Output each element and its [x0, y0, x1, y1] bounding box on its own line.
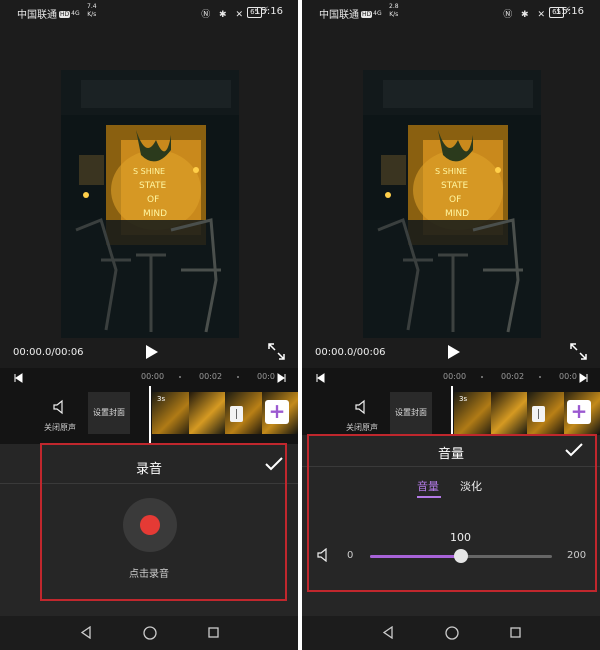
add-clip-button[interactable]: +: [265, 400, 289, 424]
check-icon[interactable]: [265, 457, 283, 471]
recent-icon[interactable]: [208, 627, 219, 638]
right-screen: 中国联通 HD 4G 2.8 K/s Ⓝ ✱ ✕ 65 ⚡ 15:16 STATE O…: [302, 0, 600, 650]
speaker-icon[interactable]: [354, 399, 370, 415]
slider-min-label: 0: [347, 550, 354, 561]
status-icons: Ⓝ ✱ ✕: [503, 10, 548, 20]
clip-frame: [490, 392, 527, 434]
volume-slider[interactable]: [370, 549, 552, 563]
hd-badge: HD: [59, 11, 71, 18]
home-icon[interactable]: [445, 626, 459, 640]
set-cover-button[interactable]: 设置封面: [390, 392, 432, 434]
split-handle[interactable]: [532, 406, 545, 422]
hd-badge: HD: [361, 11, 373, 18]
record-label: 点击录音: [129, 569, 169, 580]
mute-original-label[interactable]: 关闭原声: [44, 422, 76, 433]
tick-dot: [237, 376, 239, 378]
svg-text:S SHINE: S SHINE: [133, 167, 165, 176]
system-nav-bar: [0, 616, 298, 650]
carrier-label: 中国联通 HD 4G: [17, 10, 80, 21]
left-screen: 中国联通 HD 4G 7.4 K/s Ⓝ ✱ ✕ 65 ⚡ 15:16 STATE O…: [0, 0, 298, 650]
network-speed: 7.4 K/s: [87, 3, 97, 18]
home-icon[interactable]: [143, 626, 157, 640]
status-icons: Ⓝ ✱ ✕: [201, 10, 246, 20]
video-preview[interactable]: STATE OF MIND S SHINE: [61, 70, 239, 338]
timecode: 00:00.0/00:06: [13, 347, 84, 358]
slider-thumb[interactable]: [454, 549, 468, 563]
add-clip-button[interactable]: +: [567, 400, 591, 424]
slider-fill: [370, 555, 461, 558]
playhead[interactable]: [149, 386, 151, 444]
recent-icon[interactable]: [510, 627, 521, 638]
timeline[interactable]: 00:00 00:02 00:0 关闭原声 设置封面 3s +: [302, 368, 600, 444]
svg-text:STATE: STATE: [139, 181, 166, 191]
clip-duration: 3s: [157, 395, 166, 403]
record-panel-title: 录音: [135, 462, 162, 477]
record-button[interactable]: [123, 498, 177, 552]
signal-icon: 4G: [373, 10, 382, 17]
carrier-label: 中国联通 HD 4G: [319, 10, 382, 21]
skip-start-icon[interactable]: [13, 373, 23, 383]
svg-text:OF: OF: [449, 195, 461, 205]
volume-panel-title: 音量: [437, 447, 464, 462]
check-icon[interactable]: [565, 443, 583, 457]
status-bar: 中国联通 HD 4G 7.4 K/s Ⓝ ✱ ✕ 65 ⚡ 15:16: [0, 0, 298, 26]
speaker-icon[interactable]: [52, 399, 68, 415]
play-icon[interactable]: [444, 343, 462, 361]
svg-text:MIND: MIND: [143, 209, 167, 219]
skip-start-icon[interactable]: [315, 373, 325, 383]
mute-original-label[interactable]: 关闭原声: [346, 422, 378, 433]
timecode: 00:00.0/00:06: [315, 347, 386, 358]
status-bar: 中国联通 HD 4G 2.8 K/s Ⓝ ✱ ✕ 65 ⚡ 15:16: [302, 0, 600, 26]
preview-image: STATE OF MIND S SHINE: [61, 70, 239, 338]
split-handle[interactable]: [230, 406, 243, 422]
skip-end-icon[interactable]: [579, 373, 589, 383]
svg-text:STATE: STATE: [441, 181, 468, 191]
svg-text:MIND: MIND: [445, 209, 469, 219]
tab-fade[interactable]: 淡化: [460, 478, 482, 494]
record-icon: [140, 515, 160, 535]
tab-volume[interactable]: 音量: [417, 478, 439, 494]
timeline[interactable]: 00:00 00:02 00:0 关闭原声 设置封面 3s +: [0, 368, 298, 444]
back-icon[interactable]: [80, 626, 92, 639]
skip-end-icon[interactable]: [277, 373, 287, 383]
tick-label: 00:00: [141, 372, 165, 381]
clip-frame: [188, 392, 225, 434]
clip-duration: 3s: [459, 395, 468, 403]
tick-label: 00:0: [559, 372, 577, 381]
slider-value-label: 100: [450, 531, 471, 544]
system-nav-bar: [302, 616, 600, 650]
tick-dot: [539, 376, 541, 378]
preview-image: STATE OF MIND S SHINE: [363, 70, 541, 338]
video-preview[interactable]: STATE OF MIND S SHINE: [363, 70, 541, 338]
expand-icon[interactable]: [570, 343, 587, 360]
play-icon[interactable]: [142, 343, 160, 361]
slider-max-label: 200: [567, 550, 587, 561]
expand-icon[interactable]: [268, 343, 285, 360]
set-cover-button[interactable]: 设置封面: [88, 392, 130, 434]
panel-divider: [0, 483, 298, 484]
tick-label: 00:02: [199, 372, 223, 381]
tick-label: 00:0: [257, 372, 275, 381]
svg-text:OF: OF: [147, 195, 159, 205]
network-speed: 2.8 K/s: [389, 3, 399, 18]
tick-dot: [179, 376, 181, 378]
signal-icon: 4G: [71, 10, 80, 17]
back-icon[interactable]: [382, 626, 394, 639]
svg-text:S SHINE: S SHINE: [435, 167, 467, 176]
tick-label: 00:00: [443, 372, 467, 381]
active-tab-indicator: [417, 496, 441, 498]
volume-panel: [302, 435, 600, 616]
clock: 15:16: [555, 6, 584, 17]
speaker-icon: [317, 548, 327, 562]
tick-dot: [481, 376, 483, 378]
tick-label: 00:02: [501, 372, 525, 381]
clock: 15:16: [254, 6, 283, 17]
panel-divider: [302, 466, 600, 467]
